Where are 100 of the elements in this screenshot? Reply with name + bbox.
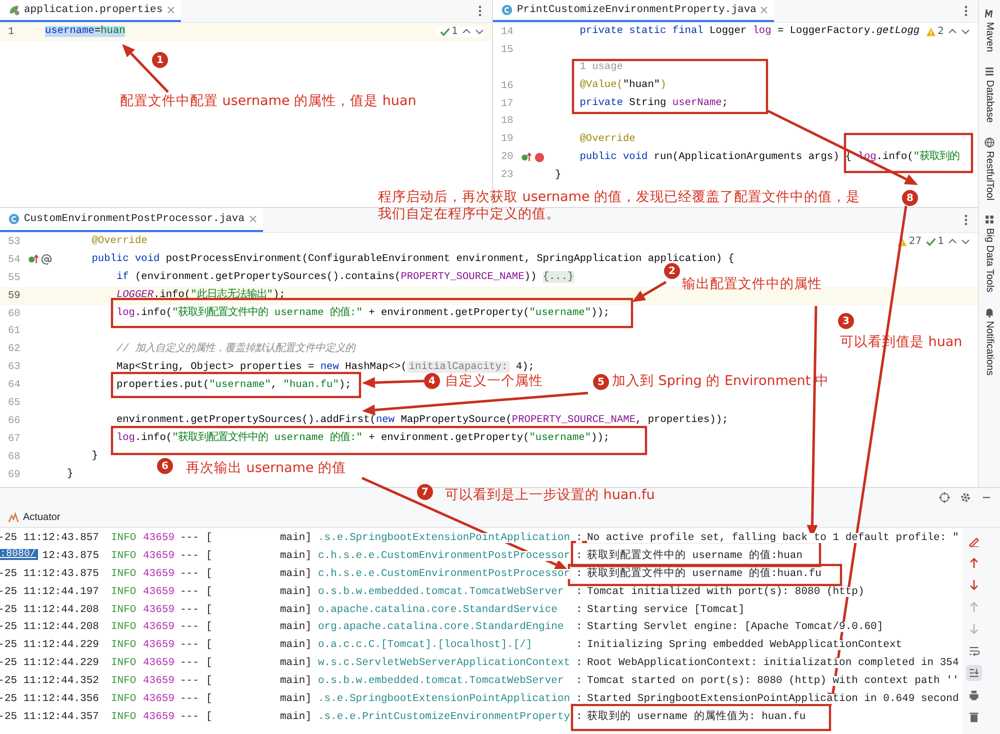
code-line: private String userName; — [580, 98, 728, 109]
log-colon: : — [576, 568, 582, 579]
log-level: INFO — [111, 622, 136, 632]
file-tab[interactable]: CustomEnvironmentPostProcessor.java — [0, 208, 263, 232]
log-message: Initializing Spring embedded WebApplicationContext — [587, 640, 902, 650]
log-time: -25 11:12:44.356 — [0, 694, 99, 704]
code-line: @Value("huan") — [580, 80, 666, 92]
chevron-down-icon[interactable] — [475, 27, 484, 36]
annotation-arrow — [122, 44, 169, 93]
log-colon: : — [576, 712, 582, 722]
log-pid: 43659 — [143, 568, 175, 579]
log-logger: .s.e.SpringbootExtensionPointApplication — [318, 694, 570, 704]
line-number: 16 — [500, 80, 514, 92]
settings-icon[interactable] — [960, 492, 971, 503]
line-number: 62 — [7, 343, 22, 356]
line-number: 1 — [7, 26, 16, 38]
log-message: Starting Servlet engine: [Apache Tomcat/9.0.60] — [587, 622, 884, 632]
annotation-arrow — [362, 377, 424, 388]
log-logger: o.apache.catalina.core.StandardService — [318, 604, 558, 614]
log-bracket: [ — [206, 712, 212, 722]
line-number: 61 — [7, 325, 22, 338]
check-icon — [440, 26, 450, 36]
chevron-up-icon[interactable] — [948, 237, 957, 246]
inspection-count[interactable]: 1 — [926, 236, 944, 247]
line-number: 15 — [500, 44, 514, 56]
at-sign-icon[interactable] — [41, 254, 52, 266]
close-icon[interactable] — [166, 6, 175, 14]
tool-window-label[interactable]: Database — [984, 80, 995, 123]
log-logger: o.s.b.w.embedded.tomcat.TomcatWebServer — [318, 586, 564, 597]
log-colon: : — [576, 532, 582, 543]
log-time: -25 11:12:44.197 — [0, 586, 99, 597]
log-thread: main] — [280, 676, 312, 686]
log-level: INFO — [111, 532, 136, 543]
log-level: INFO — [111, 550, 136, 561]
code-line: properties.put("username", "huan.fu"); — [116, 380, 352, 391]
log-colon: : — [576, 694, 582, 704]
log-bracket: [ — [206, 604, 212, 614]
code-line: log.info("获取到配置文件中的 username 的值:" + environment.getProperty("username")); — [116, 433, 610, 444]
log-message: Starting service [Tomcat] — [587, 604, 745, 614]
log-message: Tomcat initialized with port(s): 8080 (http) — [587, 586, 864, 597]
log-bracket: [ — [206, 658, 212, 668]
chevron-down-icon[interactable] — [961, 27, 970, 36]
inspection-count[interactable]: 27 — [896, 236, 922, 247]
code-line: @Override — [580, 134, 636, 145]
file-tab[interactable]: PrintCustomizeEnvironmentProperty.java — [493, 0, 774, 22]
override-icon[interactable] — [521, 152, 532, 163]
log-level: INFO — [111, 640, 136, 650]
line-number: 59 — [7, 290, 22, 302]
log-thread: main] — [280, 568, 312, 579]
step-badge: 2 — [664, 263, 680, 279]
log-logger: c.h.s.e.e.CustomEnvironmentPostProcessor — [318, 568, 570, 579]
log-time: -25 11:12:44.208 — [0, 622, 99, 632]
chevron-up-icon[interactable] — [948, 27, 957, 36]
log-logger: .s.e.e.PrintCustomizeEnvironmentProperty — [318, 712, 570, 722]
log-thread: main] — [280, 586, 312, 597]
tool-window-label[interactable]: Big Data Tools — [984, 228, 995, 293]
close-icon[interactable] — [248, 215, 257, 223]
code-line: if (environment.getPropertySources().contains(PROPERTY_SOURCE_NAME)) {...} — [116, 272, 574, 284]
line-number: 67 — [7, 432, 22, 445]
tool-window-label[interactable]: Maven — [984, 22, 995, 52]
code-line: // 加入自定义的属性，覆盖掉默认配置文件中定义的 — [116, 344, 355, 355]
log-time: 12:43.875 — [42, 550, 99, 561]
log-logger: o.s.b.w.embedded.tomcat.TomcatWebServer — [318, 676, 564, 686]
panel-tab[interactable]: Actuator — [8, 512, 60, 522]
line-number: 18 — [500, 115, 514, 128]
log-time: -25 11:12:43.857 — [0, 532, 99, 543]
file-tab[interactable]: application.properties — [0, 0, 181, 22]
chevron-up-icon[interactable] — [462, 27, 471, 36]
log-thread: main] — [280, 622, 312, 632]
log-pid: 43659 — [143, 712, 175, 722]
crosshair-icon[interactable] — [939, 492, 950, 503]
log-thread: main] — [280, 640, 312, 650]
chevron-down-icon[interactable] — [961, 237, 970, 246]
code-line: environment.getPropertySources().addFirst(new MapPropertySource(PROPERTY_SOURCE_NAME, properties)); — [116, 415, 728, 426]
log-logger: c.h.s.e.e.CustomEnvironmentPostProcessor — [318, 550, 570, 561]
step-badge: 6 — [157, 458, 173, 474]
class-file-icon — [501, 4, 513, 16]
log-message: 获取到的 username 的属性值为: huan.fu — [587, 712, 806, 722]
log-bracket: [ — [206, 676, 212, 686]
log-colon: : — [576, 550, 582, 561]
log-message: 获取到配置文件中的 username 的值:huan.fu — [587, 568, 822, 579]
tool-window-label[interactable]: Notifications — [984, 320, 995, 376]
log-pid: 43659 — [143, 640, 175, 650]
breakpoint-icon[interactable] — [534, 152, 545, 163]
inspection-count[interactable]: 2 — [926, 26, 944, 37]
class-file-icon — [8, 213, 20, 225]
m-letter-icon — [984, 8, 995, 19]
code-line: Map<String, Object> properties = new HashMap<>( initialCapacity: 4); — [116, 362, 534, 373]
close-icon[interactable] — [760, 6, 768, 14]
override-icon[interactable] — [28, 254, 39, 266]
line-number: 66 — [7, 414, 22, 427]
line-number: 54 — [7, 254, 22, 266]
tool-window-label[interactable]: RestfulTool — [984, 150, 995, 200]
code-line: log.info("获取到配置文件中的 username 的值:" + environment.getProperty("username")); — [116, 308, 610, 319]
line-number: 64 — [7, 379, 22, 392]
log-pid: 43659 — [143, 586, 175, 597]
scroll-to-end-icon[interactable] — [966, 665, 982, 681]
log-level: INFO — [111, 586, 136, 597]
log-bracket: [ — [206, 640, 212, 650]
link-popup[interactable]: :8080/ — [0, 549, 38, 560]
